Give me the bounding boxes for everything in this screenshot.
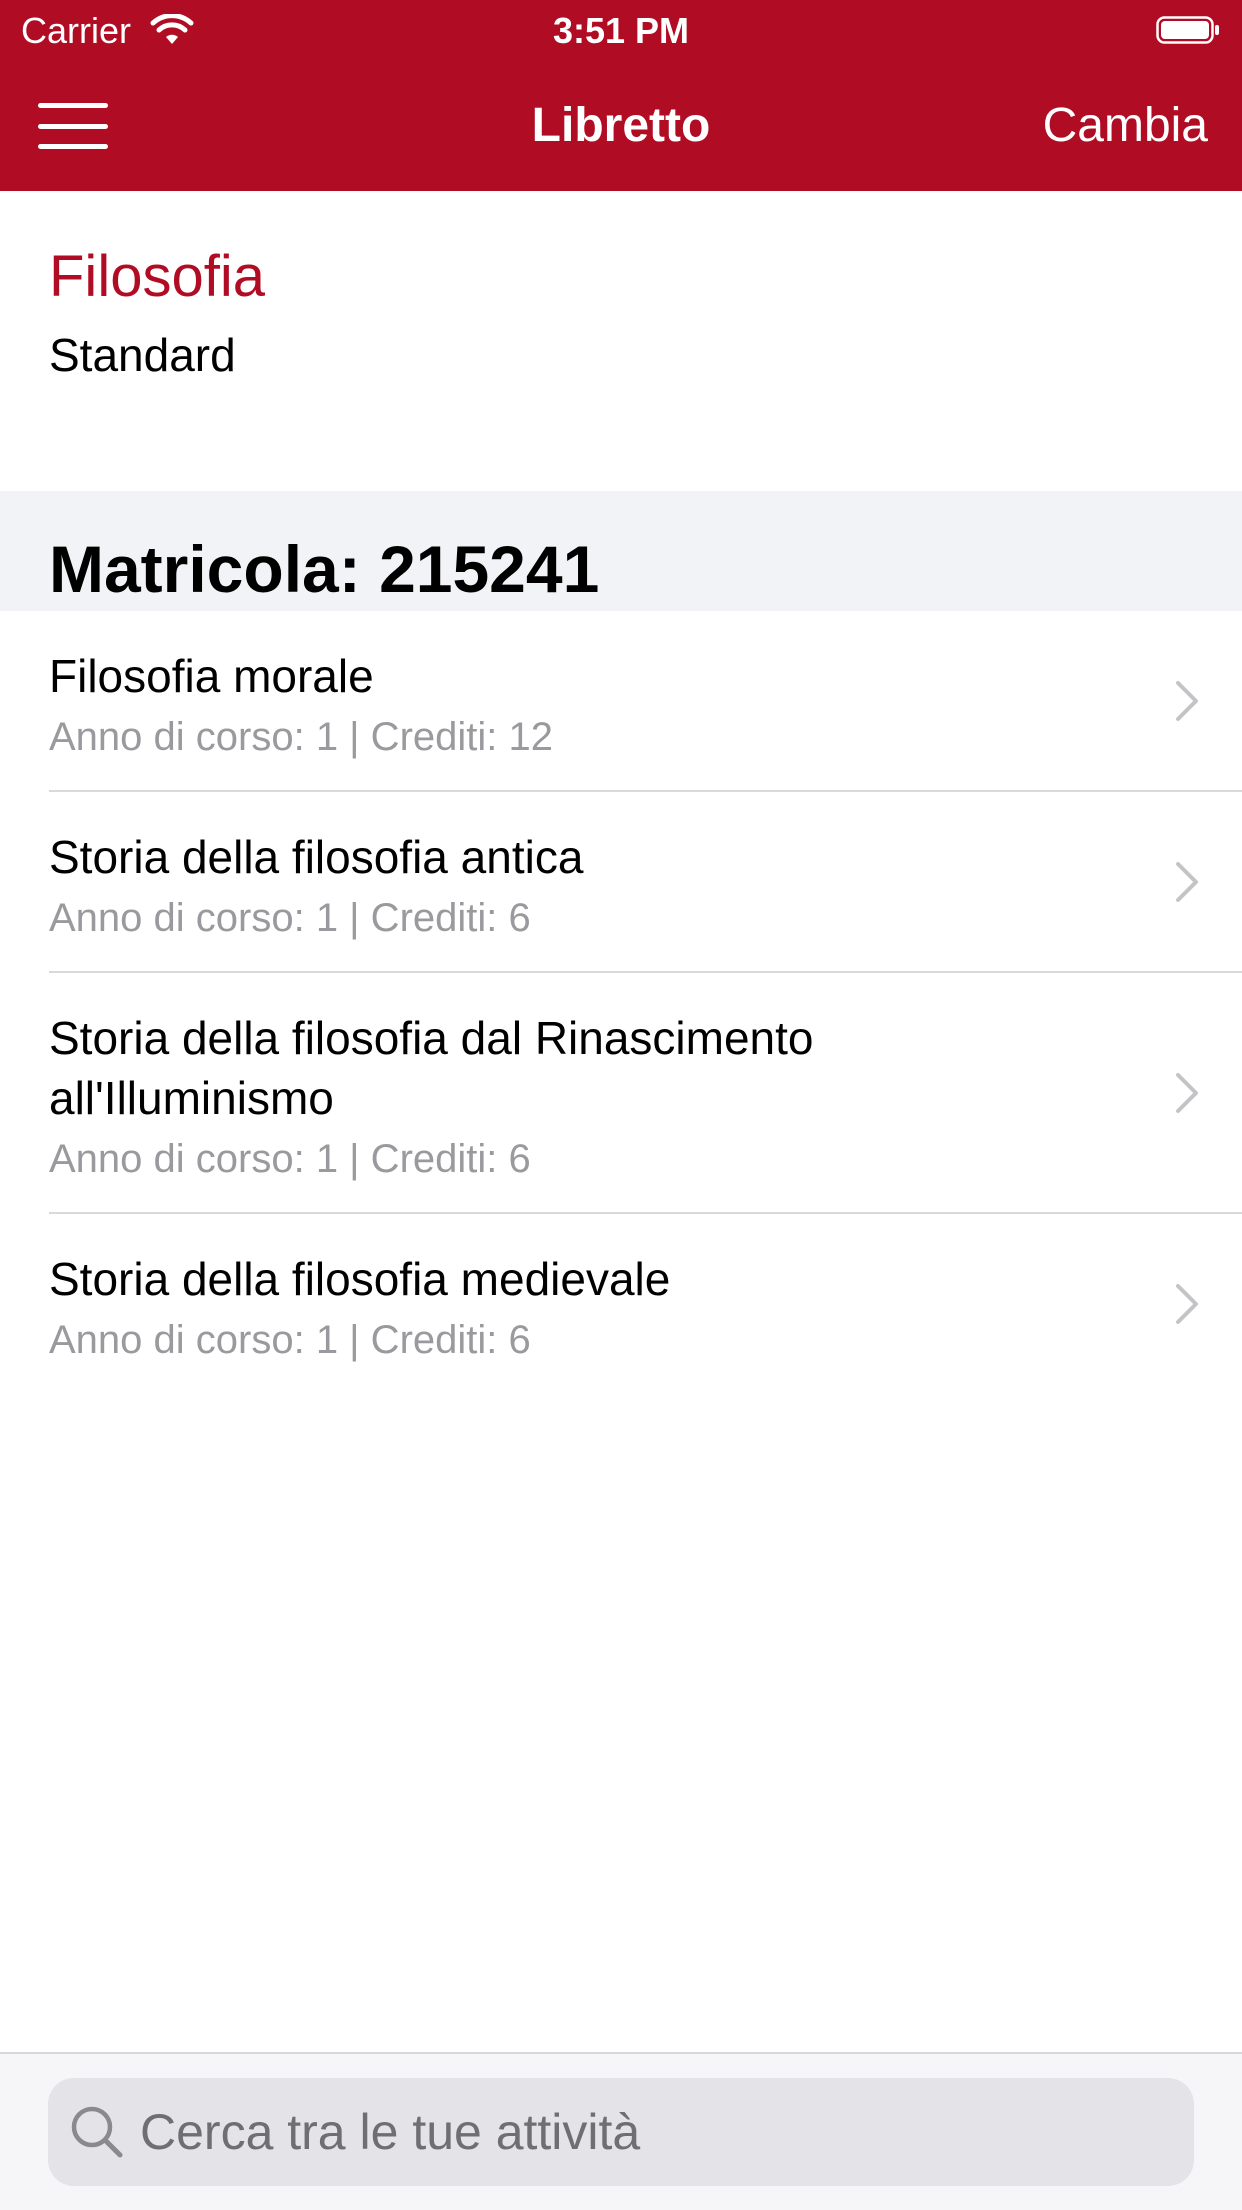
chevron-right-icon [1176, 681, 1198, 721]
search-icon [71, 2106, 123, 2158]
activity-list: Filosofia morale Anno di corso: 1 | Cred… [0, 611, 1242, 1395]
course-header: Filosofia Standard [0, 191, 1242, 491]
list-item-subtitle: Anno di corso: 1 | Crediti: 12 [49, 715, 553, 759]
list-item[interactable]: Storia della filosofia antica Anno di co… [0, 792, 1242, 973]
change-button[interactable]: Cambia [1043, 98, 1208, 153]
battery-icon [1156, 16, 1219, 44]
top-bar: Carrier 3:51 PM Libretto Cambia [0, 0, 1242, 191]
section-header: Matricola: 215241 [0, 491, 1242, 611]
list-item-title: Storia della filosofia dal Rinascimento … [49, 1012, 814, 1124]
list-item[interactable]: Filosofia morale Anno di corso: 1 | Cred… [0, 611, 1242, 792]
chevron-right-icon [1176, 862, 1198, 902]
matricola-title: Matricola: 215241 [49, 532, 600, 606]
status-bar: Carrier 3:51 PM [0, 0, 1242, 60]
chevron-right-icon [1176, 1284, 1198, 1324]
list-item-title: Filosofia morale [49, 650, 374, 702]
chevron-right-icon [1176, 1073, 1198, 1113]
search-field[interactable] [48, 2078, 1194, 2186]
status-time: 3:51 PM [552, 10, 690, 51]
course-name: Filosofia [49, 244, 265, 309]
bottom-search-bar [0, 2052, 1242, 2210]
list-item-subtitle: Anno di corso: 1 | Crediti: 6 [49, 896, 531, 940]
list-item-subtitle: Anno di corso: 1 | Crediti: 6 [49, 1318, 531, 1362]
list-item-title: Storia della filosofia medievale [49, 1253, 671, 1305]
list-item[interactable]: Storia della filosofia dal Rinascimento … [0, 973, 1242, 1214]
study-plan: Standard [49, 329, 236, 381]
list-item[interactable]: Storia della filosofia medievale Anno di… [0, 1214, 1242, 1395]
nav-bar: Libretto Cambia [0, 60, 1242, 191]
list-item-subtitle: Anno di corso: 1 | Crediti: 6 [49, 1137, 531, 1181]
search-input[interactable] [138, 2102, 1142, 2162]
list-item-title: Storia della filosofia antica [49, 831, 584, 883]
